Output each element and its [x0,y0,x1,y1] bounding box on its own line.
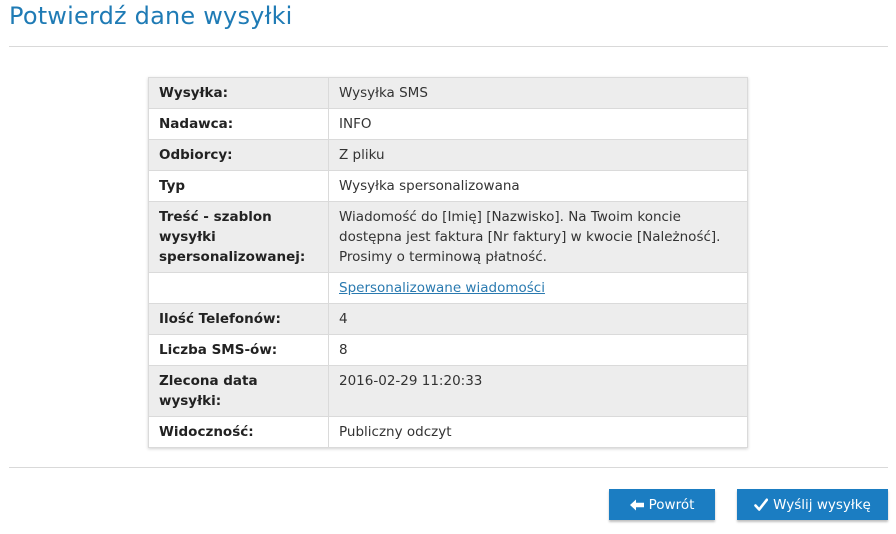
row-label: Ilość Telefonów: [148,303,329,335]
row-label: Zlecona data wysyłki: [148,365,329,417]
personalized-messages-link[interactable]: Spersonalizowane wiadomości [339,280,545,296]
row-value: INFO [328,108,748,140]
send-shipment-button[interactable]: Wyślij wysyłkę [737,489,888,520]
table-row: Treść - szablon wysyłki spersonalizowane… [148,201,748,273]
template-content-value: Wiadomość do [Imię] [Nazwisko]. Na Twoim… [328,201,748,273]
row-value: Publiczny odczyt [328,416,748,448]
table-row: Nadawca: INFO [148,108,748,140]
table-row: Widoczność: Publiczny odczyt [148,416,748,448]
row-value: 4 [328,303,748,335]
table-row: Wysyłka: Wysyłka SMS [148,77,748,109]
table-row: Liczba SMS-ów: 8 [148,334,748,366]
row-label: Odbiorcy: [148,139,329,171]
back-button[interactable]: Powrót [609,489,715,520]
row-value: Spersonalizowane wiadomości [328,272,748,304]
actions-divider [9,467,888,468]
table-row: Spersonalizowane wiadomości [148,272,748,304]
row-value: Z pliku [328,139,748,171]
row-value: Wysyłka SMS [328,77,748,109]
confirm-shipment-page: Potwierdź dane wysyłki Wysyłka: Wysyłka … [0,0,896,534]
row-label: Treść - szablon wysyłki spersonalizowane… [148,201,329,273]
table-row: Odbiorcy: Z pliku [148,139,748,171]
table-row: Ilość Telefonów: 4 [148,303,748,335]
row-label: Typ [148,170,329,202]
page-title: Potwierdź dane wysyłki [9,2,293,30]
table-row: Typ Wysyłka spersonalizowana [148,170,748,202]
row-label: Widoczność: [148,416,329,448]
row-label: Wysyłka: [148,77,329,109]
back-button-label: Powrót [648,496,695,513]
table-row: Zlecona data wysyłki: 2016-02-29 11:20:3… [148,365,748,417]
row-value: 2016-02-29 11:20:33 [328,365,748,417]
row-label: Nadawca: [148,108,329,140]
row-label: Liczba SMS-ów: [148,334,329,366]
shipment-summary-table: Wysyłka: Wysyłka SMS Nadawca: INFO Odbio… [148,77,748,448]
title-divider [9,46,888,47]
arrow-left-icon [629,499,644,511]
row-value: Wysyłka spersonalizowana [328,170,748,202]
row-label [148,272,329,304]
row-value: 8 [328,334,748,366]
checkmark-icon [754,498,769,512]
send-button-label: Wyślij wysyłkę [773,496,871,513]
